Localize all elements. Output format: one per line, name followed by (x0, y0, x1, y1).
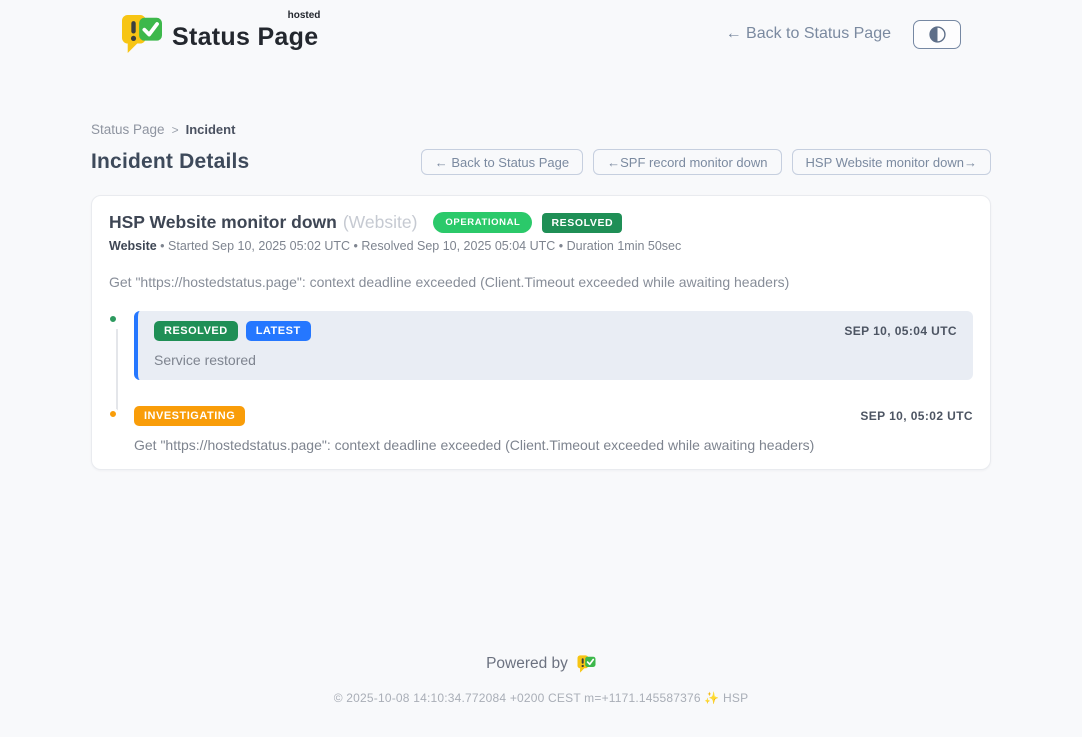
timeline-entry-investigating: INVESTIGATING SEP 10, 05:02 UTC Get "htt… (109, 406, 973, 453)
investigating-badge: INVESTIGATING (134, 406, 245, 426)
resolved-badge: RESOLVED (154, 321, 238, 341)
operational-badge: OPERATIONAL (433, 212, 532, 233)
top-header: hosted Status Page ← Back to Status Page (121, 0, 961, 54)
update-badges-row: INVESTIGATING SEP 10, 05:02 UTC (134, 406, 973, 426)
page-title: Incident Details (91, 150, 249, 174)
incident-card-header: HSP Website monitor down (Website) OPERA… (109, 212, 973, 233)
incident-card: HSP Website monitor down (Website) OPERA… (91, 195, 991, 470)
latest-update-box: RESOLVED LATEST SEP 10, 05:04 UTC Servic… (134, 311, 973, 380)
logo-hosted-label: hosted (288, 10, 321, 21)
timeline-entry-resolved: RESOLVED LATEST SEP 10, 05:04 UTC Servic… (109, 311, 973, 380)
prev-incident-button[interactable]: ←SPF record monitor down (593, 149, 781, 175)
orange-dot-icon (107, 408, 119, 420)
incident-timeline: RESOLVED LATEST SEP 10, 05:04 UTC Servic… (109, 311, 973, 453)
update-message: Service restored (154, 352, 957, 368)
breadcrumb-incident: Incident (186, 122, 236, 137)
back-to-status-page-button[interactable]: ← Back to Status Page (421, 149, 583, 175)
incident-nav-buttons: ← Back to Status Page ←SPF record monito… (421, 149, 991, 175)
breadcrumb: Status Page > Incident (91, 122, 991, 137)
latest-badge: LATEST (246, 321, 311, 341)
incident-meta: Website • Started Sep 10, 2025 05:02 UTC… (109, 239, 973, 253)
powered-by: Powered by (0, 655, 1082, 673)
app-logo[interactable]: hosted Status Page (121, 14, 318, 54)
header-actions: ← Back to Status Page (726, 20, 961, 49)
breadcrumb-separator: > (172, 123, 179, 137)
green-dot-icon (107, 313, 119, 325)
statuspage-logo-icon (121, 14, 163, 54)
powered-by-logo-link[interactable] (577, 655, 596, 673)
copyright-text: © 2025-10-08 14:10:34.772084 +0200 CEST … (0, 691, 1082, 705)
update-message: Get "https://hostedstatus.page": context… (134, 437, 973, 453)
logo-brand-text: Status Page (172, 23, 318, 51)
statuspage-logo-icon (577, 655, 596, 673)
incident-title: HSP Website monitor down (109, 212, 337, 233)
circle-half-icon (929, 26, 946, 43)
incident-description: Get "https://hostedstatus.page": context… (109, 274, 973, 290)
powered-by-label: Powered by (486, 655, 568, 673)
incident-component: (Website) (343, 212, 418, 233)
meta-details: • Started Sep 10, 2025 05:02 UTC • Resol… (157, 239, 682, 253)
brand-wrap: hosted Status Page (172, 17, 318, 52)
update-timestamp: SEP 10, 05:04 UTC (844, 324, 957, 338)
back-to-status-page-link[interactable]: ← Back to Status Page (726, 25, 891, 43)
resolved-status-badge: RESOLVED (542, 213, 622, 233)
update-badges-row: RESOLVED LATEST SEP 10, 05:04 UTC (154, 321, 957, 341)
main-content: Status Page > Incident Incident Details … (91, 54, 991, 470)
page-footer: Powered by © 2025-10-08 14:10:34.772084 … (0, 655, 1082, 705)
update-timestamp: SEP 10, 05:02 UTC (860, 409, 973, 423)
title-row: Incident Details ← Back to Status Page ←… (91, 149, 991, 175)
breadcrumb-status-page[interactable]: Status Page (91, 122, 165, 137)
theme-toggle-button[interactable] (913, 20, 961, 49)
next-incident-button[interactable]: HSP Website monitor down→ (792, 149, 991, 175)
meta-component: Website (109, 239, 157, 253)
